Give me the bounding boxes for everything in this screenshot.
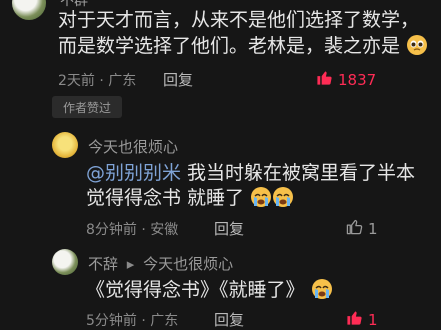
avatar[interactable] bbox=[52, 249, 78, 275]
like-count: 1837 bbox=[338, 70, 377, 89]
thumbs-up-icon bbox=[346, 309, 363, 330]
comment-text-line2: 而是数学选择了他们。老林是，裴之亦是 bbox=[58, 33, 428, 63]
thumbs-up-icon bbox=[316, 69, 333, 90]
reply-author[interactable]: 今天也很烦心 bbox=[88, 136, 178, 157]
reply-author[interactable]: 不辞 bbox=[88, 255, 118, 273]
crying-face-emoji-icon bbox=[250, 186, 294, 215]
avatar[interactable] bbox=[52, 132, 78, 158]
like-count: 1 bbox=[368, 310, 378, 329]
like-count: 1 bbox=[368, 219, 378, 238]
reply-button[interactable]: 回复 bbox=[214, 218, 244, 239]
thumbs-up-outline-icon bbox=[346, 218, 363, 239]
mention-link[interactable]: @别别别米 bbox=[86, 162, 181, 184]
like-button[interactable]: 1 bbox=[346, 309, 378, 330]
comment-text-line1: 对于天才而言，从来不是他们选择了数学， bbox=[58, 9, 420, 31]
reply-button[interactable]: 回复 bbox=[214, 309, 244, 330]
comment-time-location: 2天前 · 广东 bbox=[58, 73, 137, 89]
reply-arrow-icon: ▸ bbox=[126, 255, 135, 273]
reply-text-line1: @别别别米 我当时躲在被窝里看了半本 bbox=[86, 162, 416, 184]
reply-time-location: 5分钟前 · 广东 bbox=[86, 313, 179, 329]
author-liked-badge: 作者赞过 bbox=[52, 96, 122, 118]
reply-text-line2: 觉得得念书 就睡了 bbox=[86, 185, 294, 215]
reply-button[interactable]: 回复 bbox=[163, 69, 193, 90]
avatar[interactable] bbox=[12, 0, 46, 20]
like-button[interactable]: 1837 bbox=[316, 69, 376, 90]
reply-time-location: 8分钟前 · 安徽 bbox=[86, 222, 179, 238]
crying-face-emoji-icon bbox=[311, 278, 333, 307]
pleading-face-emoji-icon bbox=[406, 34, 428, 63]
reply-text: 《觉得得念书》《就睡了》 bbox=[86, 277, 333, 307]
like-button[interactable]: 1 bbox=[346, 218, 378, 239]
reply-target-author[interactable]: 今天也很烦心 bbox=[143, 255, 233, 273]
reply-author-line: 不辞 ▸ 今天也很烦心 bbox=[88, 253, 233, 274]
